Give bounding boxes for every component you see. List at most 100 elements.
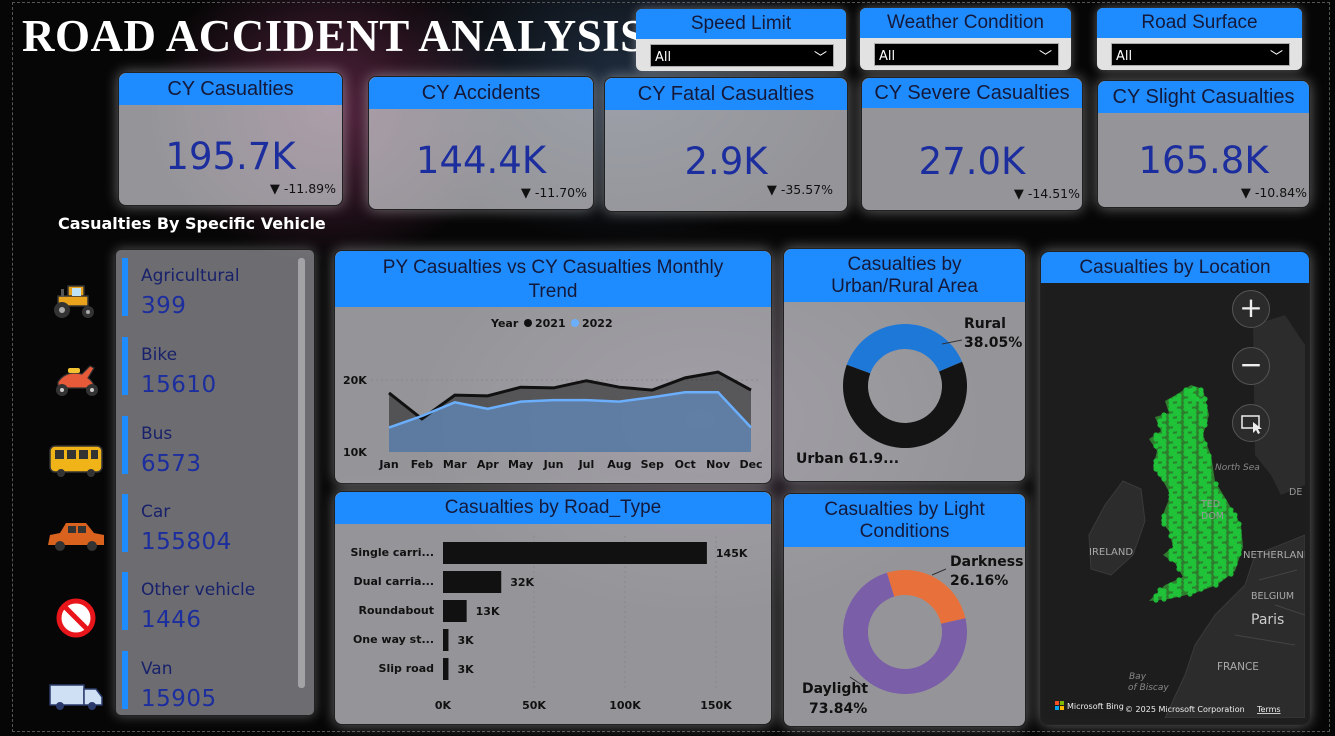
legend-label-2022: 2022 xyxy=(582,317,613,330)
bar-value-label: 3K xyxy=(457,634,474,647)
vehicle-label: Car xyxy=(141,502,171,522)
bar-value-label: 32K xyxy=(510,576,534,589)
chevron-down-icon: ﹀ xyxy=(1038,50,1052,65)
map-point xyxy=(1176,506,1182,512)
bar-value-label: 145K xyxy=(716,547,748,560)
map-point xyxy=(1161,416,1167,422)
x-tick-label: 0K xyxy=(435,699,452,712)
vehicle-value: 155804 xyxy=(141,529,232,555)
vehicle-label: Van xyxy=(141,659,173,679)
y-tick-label: 10K xyxy=(343,446,367,459)
kpi-label: CY Fatal Casualties xyxy=(605,78,847,110)
kpi-change-value: -14.51% xyxy=(1027,186,1080,201)
vehicle-value: 399 xyxy=(141,293,187,319)
map-point xyxy=(1202,411,1208,417)
trend-chart-svg: Year 2021 2022 20K 10K Jan Feb Mar Apr May Ju… xyxy=(343,317,763,471)
kpi-change-value: -35.57% xyxy=(780,182,833,197)
map-point xyxy=(1161,431,1167,437)
weather-condition-dropdown[interactable]: All ﹀ xyxy=(874,43,1059,66)
map-point xyxy=(1176,491,1182,497)
map-canvas[interactable]: North Sea TED DOM DE IRELAND NETHERLAND … xyxy=(1045,285,1305,718)
bar xyxy=(443,600,467,622)
map-attribution-copyright: © 2025 Microsoft Corporation xyxy=(1125,705,1245,714)
van-icon xyxy=(49,684,103,710)
list-item: Car 155804 xyxy=(122,494,294,555)
bar-category-label: Dual carria... xyxy=(353,575,434,588)
map-point xyxy=(1206,551,1212,557)
map-point xyxy=(1191,491,1197,497)
down-triangle-icon: ▼ xyxy=(1240,186,1251,201)
map-point xyxy=(1191,581,1197,587)
x-tick-label: Apr xyxy=(477,458,499,471)
map-point xyxy=(1236,521,1242,527)
map-point xyxy=(1206,521,1212,527)
zoom-out-button[interactable]: − xyxy=(1232,347,1270,385)
kpi-cy-fatal-casualties: CY Fatal Casualties 2.9K ▼ -35.57% xyxy=(604,77,848,212)
kpi-change-value: -10.84% xyxy=(1254,185,1307,200)
speed-limit-slicer[interactable]: Speed Limit All ﹀ xyxy=(636,9,846,71)
map-point xyxy=(1176,476,1182,482)
kpi-value: 27.0K xyxy=(918,140,1026,183)
road-surface-dropdown[interactable]: All ﹀ xyxy=(1111,43,1290,66)
x-tick-label: Feb xyxy=(411,458,434,471)
vehicle-value: 15610 xyxy=(141,372,217,398)
map-point xyxy=(1221,551,1227,557)
urban-rural-chart-card: Casualties by Urban/Rural Area Rural 38.… xyxy=(783,248,1026,482)
map-label: NETHERLAND xyxy=(1243,550,1305,561)
vehicle-label: Other vehicle xyxy=(141,580,256,600)
scrollbar[interactable] xyxy=(298,258,305,688)
dropdown-value: All xyxy=(879,49,896,64)
vehicle-list-panel: Agricultural 399 Bike 15610 Bus 6573 Car 155… xyxy=(115,249,315,716)
weather-condition-slicer[interactable]: Weather Condition All ﹀ xyxy=(860,8,1071,70)
map-point xyxy=(1191,446,1197,452)
map-point xyxy=(1217,576,1223,582)
map-label: BELGIUM xyxy=(1251,591,1294,602)
bar xyxy=(443,571,502,593)
x-tick-label: Oct xyxy=(675,458,696,471)
map-point xyxy=(1206,461,1212,467)
road-surface-slicer[interactable]: Road Surface All ﹀ xyxy=(1097,8,1302,70)
bar xyxy=(443,658,449,680)
kpi-cy-accidents: CY Accidents 144.4K ▼ -11.70% xyxy=(368,76,594,210)
bar-value-label: 3K xyxy=(457,663,474,676)
map-terms-link[interactable]: Terms xyxy=(1256,705,1281,714)
map-point xyxy=(1191,461,1197,467)
down-triangle-icon: ▼ xyxy=(1013,187,1024,202)
slicer-label: Road Surface xyxy=(1097,8,1302,38)
leader-line xyxy=(931,568,947,576)
bar xyxy=(443,629,449,651)
monthly-trend-chart-card: PY Casualties vs CY Casualties Monthly T… xyxy=(334,250,772,484)
darkness-pct: 26.16% xyxy=(950,573,1008,589)
map-label: TED xyxy=(1200,499,1220,510)
map-point xyxy=(1161,596,1167,602)
x-tick-label: 100K xyxy=(609,699,641,712)
map-point xyxy=(1191,566,1197,572)
speed-limit-dropdown[interactable]: All ﹀ xyxy=(650,44,834,67)
x-tick-label: Nov xyxy=(706,458,731,471)
kpi-change: ▼ -35.57% xyxy=(767,182,833,198)
x-tick-label: 150K xyxy=(700,699,732,712)
kpi-cy-severe-casualties: CY Severe Casualties 27.0K ▼ -14.51% xyxy=(861,77,1083,211)
slicer-label: Speed Limit xyxy=(636,9,846,39)
trend-plot: Jan Feb Mar Apr May Jun Jul Aug Sep Oct Nov Dec xyxy=(378,370,763,471)
chart-title-line: Casualties by Light xyxy=(824,499,985,520)
map-point xyxy=(1198,391,1204,397)
kpi-label: CY Slight Casualties xyxy=(1098,81,1309,113)
chevron-down-icon: ﹀ xyxy=(813,51,827,66)
map-point xyxy=(1176,581,1182,587)
map-point xyxy=(1221,521,1227,527)
map-title: Casualties by Location xyxy=(1041,252,1309,283)
vehicle-section-title: Casualties By Specific Vehicle xyxy=(58,214,326,233)
zoom-in-button[interactable]: + xyxy=(1232,290,1270,328)
map-point xyxy=(1191,506,1197,512)
chart-title-line: Conditions xyxy=(859,521,950,542)
bar-category-label: Roundabout xyxy=(358,604,434,617)
list-item: Van 15905 xyxy=(122,651,294,712)
map-point xyxy=(1161,446,1167,452)
down-triangle-icon: ▼ xyxy=(269,182,280,197)
map-point xyxy=(1202,422,1208,428)
kpi-label: CY Accidents xyxy=(369,77,593,109)
page-title: ROAD ACCIDENT ANALYSIS xyxy=(22,11,646,61)
select-area-button[interactable] xyxy=(1232,404,1270,442)
kpi-cy-casualties: CY Casualties 195.7K ▼ -11.89% xyxy=(118,72,343,206)
